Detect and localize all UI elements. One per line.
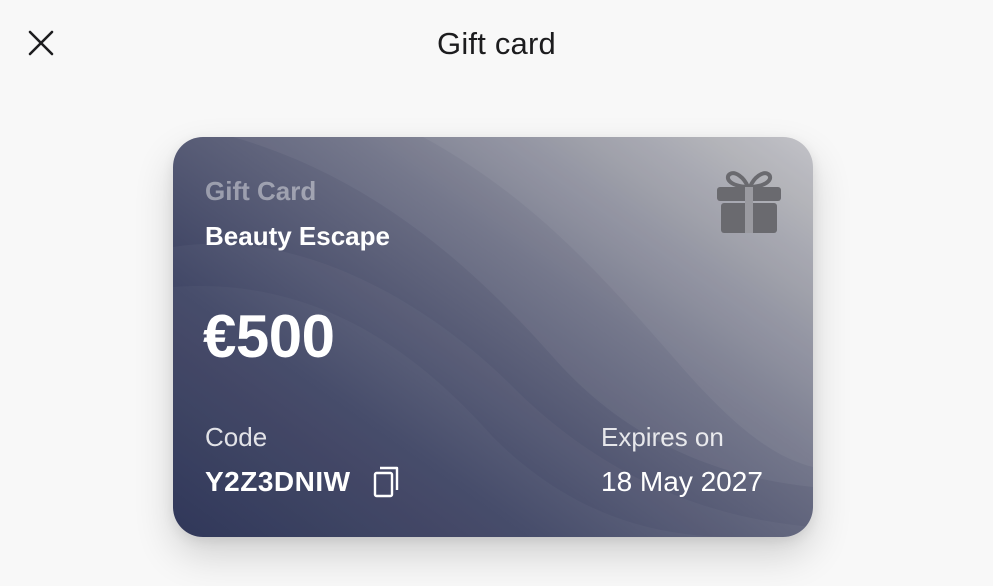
page-title: Gift card xyxy=(437,26,556,61)
card-type-label: Gift Card xyxy=(205,176,317,206)
gift-card-screen: Gift card Gift Card Beauty Escape €500 C… xyxy=(0,0,993,586)
card-amount: €500 xyxy=(203,303,335,370)
code-label: Code xyxy=(205,422,268,452)
copy-icon xyxy=(373,466,398,498)
expires-label: Expires on xyxy=(601,422,724,452)
copy-code-button[interactable] xyxy=(371,465,401,499)
expires-date: 18 May 2027 xyxy=(601,466,763,497)
code-row: Y2Z3DNIW xyxy=(205,465,401,499)
gift-card-code: Y2Z3DNIW xyxy=(205,466,351,497)
gift-icon xyxy=(717,171,781,233)
gift-card: Gift Card Beauty Escape €500 Code Y2Z3DN… xyxy=(173,137,813,537)
card-name: Beauty Escape xyxy=(205,221,390,251)
